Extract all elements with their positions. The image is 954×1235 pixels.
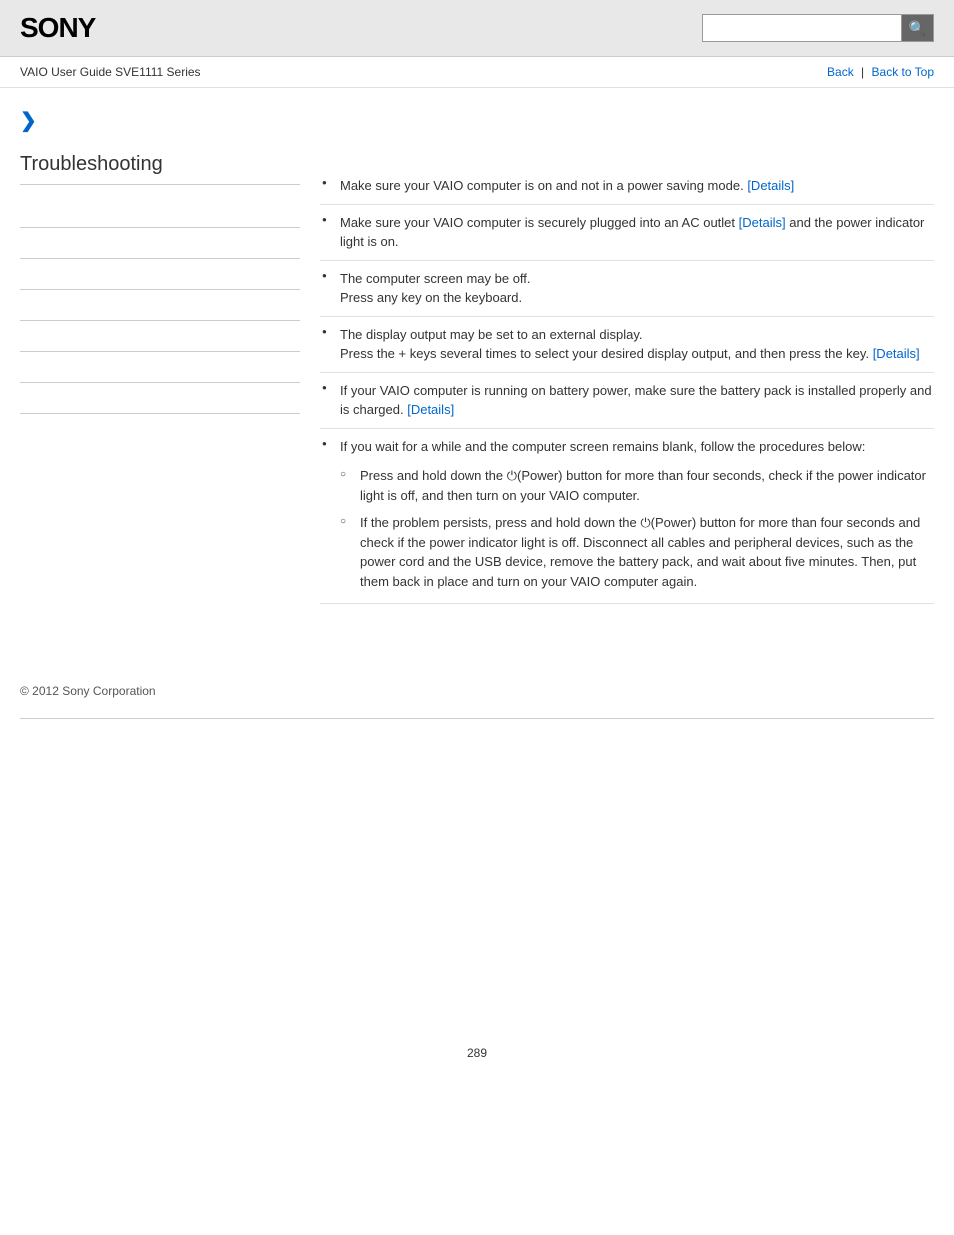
sub-list-item: Press and hold down the ⏻(Power) button … — [340, 462, 934, 509]
bullet3-line1: The computer screen may be off. — [340, 271, 531, 286]
guide-title: VAIO User Guide SVE1111 Series — [20, 65, 201, 79]
bullet1-text: Make sure your VAIO computer is on and n… — [340, 178, 744, 193]
sidebar-section-title: Troubleshooting — [20, 153, 300, 185]
list-item: Make sure your VAIO computer is securely… — [320, 205, 934, 261]
sub-list: Press and hold down the ⏻(Power) button … — [340, 462, 934, 595]
search-area: 🔍 — [702, 14, 934, 42]
copyright-text: © 2012 Sony Corporation — [20, 684, 156, 698]
footer: © 2012 Sony Corporation — [0, 664, 954, 718]
bullet4-line1: The display output may be set to an exte… — [340, 327, 643, 342]
list-item: If your VAIO computer is running on batt… — [320, 373, 934, 429]
sidebar-item[interactable] — [20, 290, 300, 321]
search-input[interactable] — [702, 14, 902, 42]
breadcrumb-bar: VAIO User Guide SVE1111 Series Back | Ba… — [0, 57, 954, 88]
bullet1-link[interactable]: [Details] — [747, 178, 794, 193]
sidebar: ❯ Troubleshooting — [20, 108, 300, 604]
bullet5-link[interactable]: [Details] — [407, 402, 454, 417]
content-list: Make sure your VAIO computer is on and n… — [320, 168, 934, 604]
back-to-top-link[interactable]: Back to Top — [872, 65, 934, 79]
bullet6-intro: If you wait for a while and the computer… — [340, 439, 865, 454]
header: SONY 🔍 — [0, 0, 954, 57]
sub1-text: Press and hold down the ⏻(Power) button … — [360, 468, 926, 503]
chevron-icon: ❯ — [20, 108, 300, 133]
nav-separator: | — [861, 65, 864, 79]
sidebar-item[interactable] — [20, 228, 300, 259]
sidebar-items — [20, 197, 300, 414]
bullet2-pre: Make sure your VAIO computer is securely… — [340, 215, 735, 230]
bullet4-line2: Press the + keys several times to select… — [340, 346, 869, 361]
list-item: The computer screen may be off. Press an… — [320, 261, 934, 317]
search-icon: 🔍 — [909, 20, 926, 37]
sidebar-item[interactable] — [20, 197, 300, 228]
page-number: 289 — [447, 1026, 507, 1080]
list-item: The display output may be set to an exte… — [320, 317, 934, 373]
sub-list-item: If the problem persists, press and hold … — [340, 509, 934, 595]
sidebar-item[interactable] — [20, 352, 300, 383]
sub2-text: If the problem persists, press and hold … — [360, 515, 920, 589]
nav-links: Back | Back to Top — [827, 65, 934, 79]
bullet3-line2: Press any key on the keyboard. — [340, 290, 522, 305]
sidebar-item[interactable] — [20, 259, 300, 290]
list-item: If you wait for a while and the computer… — [320, 429, 934, 605]
back-link[interactable]: Back — [827, 65, 854, 79]
footer-divider — [20, 718, 934, 719]
main-container: ❯ Troubleshooting Make sure your VAIO co… — [0, 88, 954, 624]
sony-logo: SONY — [20, 12, 95, 44]
bullet2-link[interactable]: [Details] — [739, 215, 786, 230]
list-item: Make sure your VAIO computer is on and n… — [320, 168, 934, 205]
search-button[interactable]: 🔍 — [902, 14, 934, 42]
sidebar-item[interactable] — [20, 321, 300, 352]
content-area: Make sure your VAIO computer is on and n… — [320, 108, 934, 604]
sidebar-item[interactable] — [20, 383, 300, 414]
bullet4-link[interactable]: [Details] — [873, 346, 920, 361]
